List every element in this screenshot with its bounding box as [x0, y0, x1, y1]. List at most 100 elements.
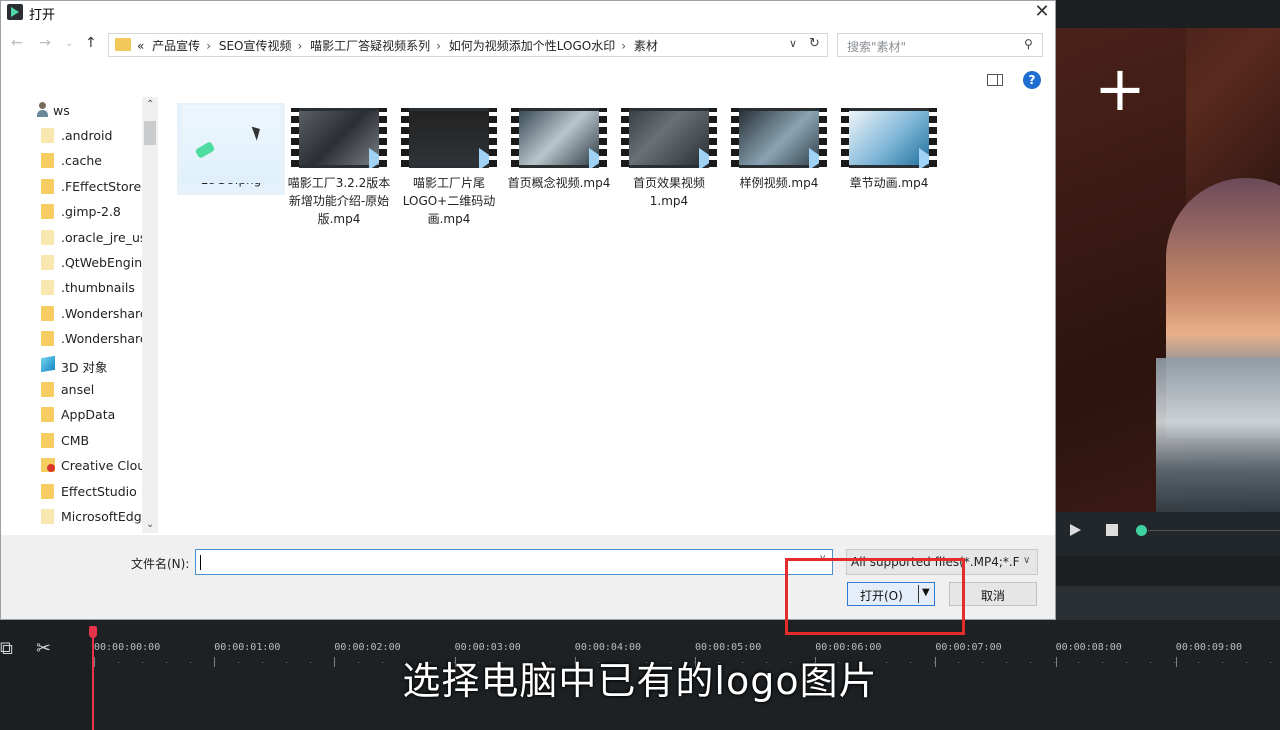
close-icon[interactable]: ✕	[1031, 1, 1053, 23]
add-media-icon[interactable]: +	[1094, 58, 1146, 120]
sidebar-item-label: .cache	[61, 153, 102, 169]
chevron-right-icon[interactable]: ›	[206, 39, 211, 53]
playhead-handle[interactable]	[89, 626, 97, 638]
video-frame	[299, 111, 379, 165]
scrubber-track[interactable]	[1148, 530, 1280, 531]
file-name: 喵影工厂3.2.2版本新增功能介绍-原始版.mp4	[287, 176, 391, 226]
sidebar-item[interactable]: EffectStudio	[37, 480, 143, 504]
sidebar-item[interactable]: .cache	[37, 149, 143, 173]
folder-icon	[41, 432, 54, 448]
stop-icon[interactable]	[1106, 524, 1118, 536]
sidebar-item-label: .thumbnails	[61, 280, 135, 296]
sidebar-item[interactable]: AppData	[37, 403, 143, 427]
video-frame	[739, 111, 819, 165]
filename-input[interactable]	[195, 549, 833, 575]
video-thumbnail	[841, 108, 937, 168]
help-icon[interactable]: ?	[1023, 71, 1041, 89]
dialog-title: 打开	[29, 8, 56, 23]
preview-pane-icon[interactable]	[987, 74, 1003, 86]
folder-icon	[41, 204, 54, 220]
file-item-video[interactable]: 样例视频.mp4	[725, 103, 833, 192]
sidebar-item-user[interactable]: ws	[37, 99, 143, 123]
dialog-titlebar[interactable]: 打开 ✕	[1, 1, 1055, 23]
sidebar-item[interactable]: .QtWebEngin	[37, 251, 143, 275]
scroll-up-icon[interactable]: ⌃	[146, 99, 154, 110]
video-frame	[849, 111, 929, 165]
editor-toolbar-right	[1056, 586, 1280, 620]
sidebar-item-label: CMB	[61, 432, 90, 448]
forward-arrow-icon[interactable]: →	[39, 35, 51, 51]
sidebar-item-label: .android	[61, 128, 113, 143]
file-name: 样例视频.mp4	[739, 176, 819, 190]
sidebar-item[interactable]: 3D 对象	[37, 353, 143, 377]
sidebar-item[interactable]: .thumbnails	[37, 276, 143, 300]
folder-icon	[41, 178, 54, 194]
editor-right-panel: +	[1056, 0, 1280, 620]
file-item-video[interactable]: 首页效果视频1.mp4	[615, 103, 723, 210]
file-item-video[interactable]: 喵影工厂3.2.2版本新增功能介绍-原始版.mp4	[285, 103, 393, 228]
chevron-right-icon[interactable]: ›	[436, 39, 441, 53]
play-overlay-icon	[699, 148, 715, 168]
sidebar-item[interactable]: Creative Clou	[37, 454, 143, 478]
address-bar[interactable]: « 产品宣传 › SEO宣传视频 › 喵影工厂答疑视频系列 › 如何为视频添加个性LO…	[108, 33, 828, 57]
breadcrumb-item[interactable]: 素材	[634, 39, 658, 53]
up-arrow-icon[interactable]: ↑	[85, 35, 97, 51]
play-icon[interactable]	[1070, 524, 1081, 536]
chevron-down-icon[interactable]: ∨	[789, 37, 797, 50]
cube-3d-icon	[41, 355, 55, 372]
folder-icon	[41, 407, 54, 423]
sidebar-item-label: .Wondershare	[61, 331, 143, 347]
breadcrumb-item[interactable]: SEO宣传视频	[219, 39, 292, 53]
sidebar-scrollbar[interactable]	[142, 97, 158, 533]
chevron-right-icon[interactable]: ›	[621, 39, 626, 53]
file-item-video[interactable]: 章节动画.mp4	[835, 103, 943, 192]
recent-dropdown-icon[interactable]: ⌄	[65, 38, 73, 49]
preview-spacer	[1056, 556, 1280, 586]
folder-icon	[41, 483, 54, 499]
sidebar-item[interactable]: .gimp-2.8	[37, 200, 143, 224]
back-arrow-icon[interactable]: ←	[11, 35, 23, 51]
scrollbar-thumb[interactable]	[144, 121, 156, 145]
editor-top-strip	[1056, 0, 1280, 28]
app-icon	[7, 4, 23, 20]
sidebar-item[interactable]: ansel	[37, 378, 143, 402]
search-icon[interactable]: ⚲	[1024, 37, 1033, 51]
folder-icon	[41, 382, 54, 397]
refresh-icon[interactable]: ↻	[809, 36, 820, 51]
folder-icon	[41, 255, 54, 270]
sidebar-item[interactable]: .FEffectStoreE	[37, 175, 143, 199]
file-name: 章节动画.mp4	[849, 176, 929, 190]
dialog-toolbar: ?	[1, 65, 1055, 95]
scrubber-handle[interactable]	[1136, 525, 1147, 536]
file-item-image[interactable]: LOGO.png	[177, 103, 285, 195]
folder-icon	[41, 280, 54, 296]
folder-icon	[41, 509, 54, 524]
breadcrumb-overflow[interactable]: «	[137, 39, 144, 53]
video-frame	[629, 111, 709, 165]
sidebar-item[interactable]: .Wondershare	[37, 302, 143, 326]
logo-mark	[194, 141, 216, 159]
file-item-video[interactable]: 首页概念视频.mp4	[505, 103, 613, 192]
scroll-down-icon[interactable]: ⌄	[146, 519, 154, 530]
sidebar-item-label: .FEffectStoreE	[61, 178, 143, 194]
preview-water	[1156, 358, 1280, 512]
text-caret	[200, 555, 201, 570]
breadcrumb-item[interactable]: 如何为视频添加个性LOGO水印	[449, 39, 615, 53]
sidebar-item[interactable]: .Wondershare	[37, 327, 143, 351]
breadcrumb-item[interactable]: 喵影工厂答疑视频系列	[310, 39, 430, 53]
breadcrumb-item[interactable]: 产品宣传	[152, 39, 200, 53]
folder-icon	[41, 305, 54, 321]
search-input[interactable]: 搜索"素材" ⚲	[837, 33, 1043, 57]
video-thumbnail	[731, 108, 827, 168]
sidebar-item[interactable]: .android	[37, 124, 143, 148]
play-overlay-icon	[919, 148, 935, 168]
file-name: 首页概念视频.mp4	[507, 176, 611, 190]
sidebar-item[interactable]: .oracle_jre_us	[37, 226, 143, 250]
chevron-right-icon[interactable]: ›	[297, 39, 302, 53]
chevron-down-icon[interactable]: ∨	[1023, 555, 1030, 566]
open-file-dialog: 打开 ✕ ← → ⌄ ↑ « 产品宣传 › SEO宣传视频 › 喵影工厂答疑视频系列…	[0, 0, 1056, 620]
sidebar-item[interactable]: CMB	[37, 429, 143, 453]
file-item-video[interactable]: 喵影工厂片尾LOGO+二维码动画.mp4	[395, 103, 503, 228]
sidebar-item-label: ws	[53, 103, 70, 118]
sidebar-item[interactable]: MicrosoftEdg	[37, 505, 143, 529]
